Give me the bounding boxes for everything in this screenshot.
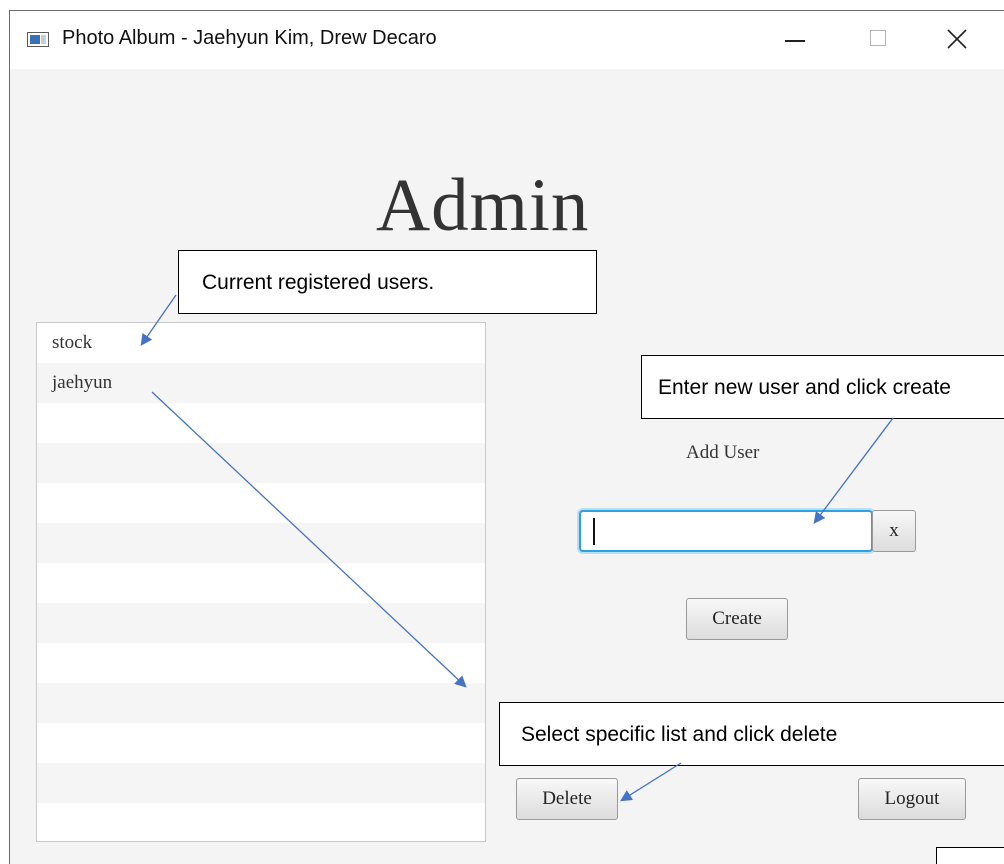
window-title: Photo Album - Jaehyun Kim, Drew Decaro	[62, 27, 437, 49]
clear-input-button[interactable]: x	[872, 510, 916, 552]
minimize-icon	[785, 40, 805, 42]
list-item[interactable]	[37, 563, 485, 603]
page-title: Admin	[376, 164, 590, 247]
close-button[interactable]	[936, 19, 980, 59]
create-button[interactable]: Create	[686, 598, 788, 640]
maximize-icon	[870, 30, 886, 46]
list-item[interactable]: jaehyun	[37, 363, 485, 403]
list-item[interactable]	[37, 603, 485, 643]
maximize-button[interactable]	[857, 19, 901, 59]
partial-callout	[936, 847, 1004, 864]
list-item[interactable]	[37, 763, 485, 803]
users-callout: Current registered users.	[178, 250, 597, 314]
list-item[interactable]: stock	[37, 323, 485, 363]
delete-button[interactable]: Delete	[516, 778, 618, 820]
new-user-input[interactable]	[579, 510, 873, 552]
delete-callout: Select specific list and click delete	[499, 702, 1004, 766]
logout-button[interactable]: Logout	[858, 778, 966, 820]
title-bar[interactable]: Photo Album - Jaehyun Kim, Drew Decaro	[10, 11, 1004, 69]
close-icon	[947, 29, 967, 49]
list-item[interactable]	[37, 803, 485, 841]
list-item[interactable]	[37, 523, 485, 563]
app-window: Photo Album - Jaehyun Kim, Drew Decaro A…	[9, 10, 1004, 864]
list-item[interactable]	[37, 683, 485, 723]
list-item[interactable]	[37, 403, 485, 443]
app-window-icon	[27, 32, 49, 47]
list-item[interactable]	[37, 643, 485, 683]
create-callout: Enter new user and click create	[641, 355, 1004, 419]
minimize-button[interactable]	[773, 19, 817, 59]
text-caret	[593, 518, 595, 545]
add-user-label: Add User	[686, 442, 760, 463]
users-list[interactable]: stock jaehyun	[36, 322, 486, 842]
list-item[interactable]	[37, 483, 485, 523]
list-item[interactable]	[37, 443, 485, 483]
list-item[interactable]	[37, 723, 485, 763]
